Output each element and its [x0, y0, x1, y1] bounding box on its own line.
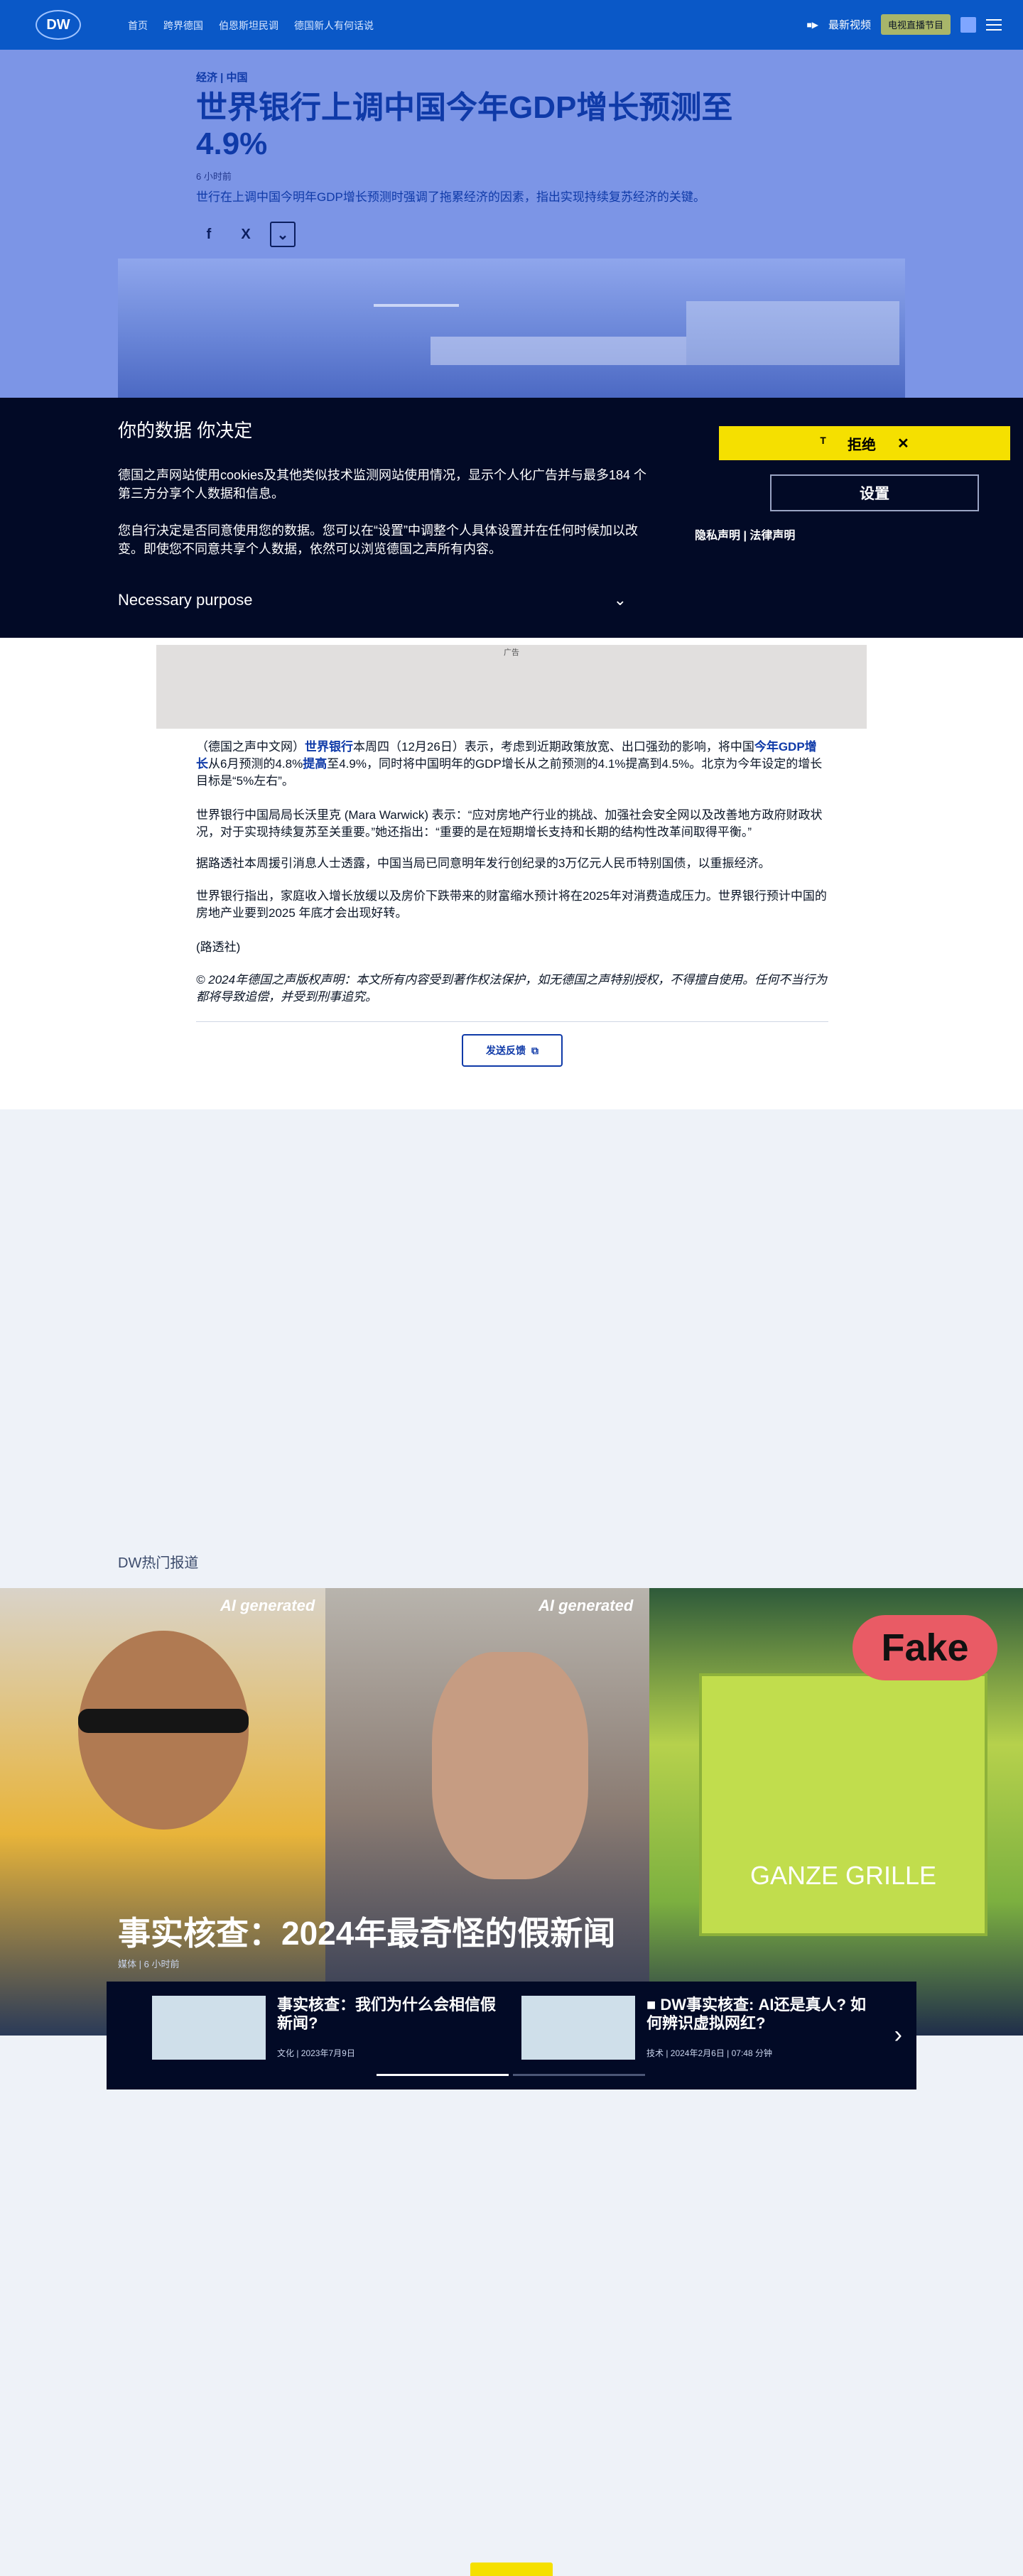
story-carousel: 事实核查：我们为什么会相信假新闻? 文化 | 2023年7月9日 ■ DW事实核… — [107, 1982, 916, 2089]
nav-links: 首页 跨界德国 伯恩斯坦民调 德国新人有何话说 — [128, 18, 374, 33]
pack-text: GANZE GRILLE — [749, 1861, 937, 1890]
video-icon: ■ — [646, 1996, 661, 2013]
section-title-hot: DW热门报道 — [118, 1555, 199, 1571]
feedback-label: 发送反馈 — [486, 1045, 526, 1056]
article-body: 广告 （德国之声中文网）世界银行本周四（12月26日）表示，考虑到近期政策放宽、… — [0, 638, 1023, 1109]
carousel-card-2[interactable]: ■ DW事实核查: AI还是真人? 如何辨识虚拟网红? 技术 | 2024年2月… — [521, 1996, 877, 2067]
link-raise[interactable]: 提高 — [303, 757, 327, 771]
ship-shape — [431, 337, 686, 365]
necessary-purpose-toggle[interactable]: Necessary purpose ⌄ — [118, 591, 627, 609]
page: DW 首页 跨界德国 伯恩斯坦民调 德国新人有何话说 ■▶ 最新视频 电视直播节… — [0, 0, 1023, 2576]
nav-link-newcomers[interactable]: 德国新人有何话说 — [294, 18, 374, 33]
story-image-2[interactable]: AI generated — [325, 1588, 649, 2036]
divider — [196, 1021, 828, 1022]
back-to-top-button[interactable] — [470, 2563, 553, 2576]
chevron-down-icon[interactable]: ⌄ — [270, 222, 296, 248]
facebook-icon[interactable]: f — [196, 222, 222, 247]
article-head: 经济 | 中国 世界银行上调中国今年GDP增长预测至4.9% 6 小时前 世行在… — [196, 70, 779, 248]
ai-generated-tag: AI generated — [538, 1597, 634, 1614]
para1-text: 本周四（12月26日）表示，考虑到近期政策放宽、出口强劲的影响，将中国 — [353, 740, 754, 754]
cookie-consent-banner: 你的数据 你决定 德国之声网站使用cookies及其他类似技术监测网站使用情况，… — [0, 398, 1023, 638]
hero-image — [118, 259, 905, 398]
ship-shape — [374, 304, 459, 307]
card-thumbnail — [521, 1996, 635, 2060]
purpose-label: Necessary purpose — [118, 591, 253, 609]
legal-link[interactable]: 法律声明 — [749, 530, 795, 542]
nav-link-home[interactable]: 首页 — [128, 18, 148, 33]
article-header: 经济 | 中国 世界银行上调中国今年GDP增长预测至4.9% 6 小时前 世行在… — [0, 50, 1023, 398]
paragraph-1: （德国之声中文网）世界银行本周四（12月26日）表示，考虑到近期政策放宽、出口强… — [196, 739, 828, 790]
card-title-text: DW事实核查: AI还是真人? 如何辨识虚拟网红? — [646, 1996, 867, 2033]
nav-link-poll[interactable]: 伯恩斯坦民调 — [219, 18, 278, 33]
fake-tag: Fake — [852, 1615, 997, 1680]
article-time: 6 小时前 — [196, 171, 232, 183]
video-camera-icon: ■▶ — [806, 19, 818, 30]
x-icon[interactable]: X — [233, 222, 259, 247]
card-meta: 技术 | 2024年2月6日 | 07:48 分钟 — [646, 2048, 772, 2058]
language-icon[interactable] — [960, 16, 976, 33]
legal-links: 隐私声明 | 法律声明 — [695, 526, 795, 543]
privacy-link[interactable]: 隐私声明 — [695, 530, 740, 542]
latest-video-link[interactable]: 最新视频 — [828, 17, 871, 32]
consent-text-1: 德国之声网站使用cookies及其他类似技术监测网站使用情况，显示个人化广告并与… — [118, 468, 647, 501]
consent-text-2: 您自行决定是否同意使用您的数据。您可以在“设置”中调整个人具体设置并在任何时候加… — [118, 523, 638, 557]
sunglasses-shape — [78, 1709, 249, 1733]
copyright-notice: © 2024年德国之声版权声明：本文所有内容受到著作权法保护，如无德国之声特别授… — [196, 973, 828, 1004]
reject-label: 拒绝 — [847, 437, 876, 453]
carousel-indicator-active[interactable] — [377, 2074, 509, 2076]
paragraph-3: 据路透社本周援引消息人士透露，中国当局已同意明年发行创纪录的3万亿元人民币特别国… — [196, 857, 771, 870]
live-tv-button[interactable]: 电视直播节目 — [880, 14, 951, 35]
copy-icon: ⧉ — [531, 1044, 538, 1056]
featured-headline[interactable]: 事实核查：2024年最奇怪的假新闻 — [118, 1908, 615, 1955]
top-navigation: DW 首页 跨界德国 伯恩斯坦民调 德国新人有何话说 ■▶ 最新视频 电视直播节… — [0, 0, 1023, 50]
paragraph-5: (路透社) — [196, 940, 241, 954]
chocolate-pack-image: GANZE GRILLE — [699, 1673, 987, 1936]
chevron-right-icon[interactable]: › — [894, 2021, 902, 2049]
consent-heading: 你的数据 你决定 — [118, 420, 253, 441]
close-icon: ✕ — [897, 435, 909, 452]
feedback-button[interactable]: 发送反馈 ⧉ — [462, 1034, 563, 1067]
link-world-bank[interactable]: 世界银行 — [305, 740, 353, 754]
ai-generated-tag: AI generated — [220, 1597, 315, 1614]
article-lead: 世行在上调中国今明年GDP增长预测时强调了拖累经济的因素，指出实现持续复苏经济的… — [196, 190, 705, 205]
chevron-down-icon: ⌄ — [613, 591, 627, 609]
card-meta: 文化 | 2023年7月9日 — [277, 2048, 355, 2058]
article-title: 世界银行上调中国今年GDP增长预测至4.9% — [196, 90, 733, 161]
card-title: 事实核查：我们为什么会相信假新闻? — [277, 1996, 497, 2033]
card-thumbnail — [152, 1996, 266, 2060]
advertisement[interactable]: 广告 — [156, 645, 867, 729]
paragraph-4: 世界银行指出，家庭收入增长放缓以及房价下跌带来的财富缩水预计将在2025年对消费… — [196, 889, 827, 920]
person-shape — [432, 1652, 588, 1879]
featured-meta: 媒体 | 6 小时前 — [118, 1959, 180, 1969]
paragraph-2: 世界银行中国局局长沃里克 (Mara Warwick) 表示：“应对房地产行业的… — [196, 808, 823, 839]
ad-label: 广告 — [504, 648, 519, 657]
accessibility-icon: ᵀ — [820, 435, 826, 451]
para1-text: 从6月预测的4.8% — [208, 757, 303, 771]
container-terminal-shape — [686, 301, 899, 365]
card-title: ■ DW事实核查: AI还是真人? 如何辨识虚拟网红? — [646, 1996, 874, 2033]
nav-right: ■▶ 最新视频 电视直播节目 — [806, 14, 1002, 35]
share-bar: f X ⌄ — [196, 222, 779, 248]
settings-button[interactable]: 设置 — [770, 474, 979, 511]
hamburger-menu-icon[interactable] — [986, 18, 1002, 31]
breadcrumb[interactable]: 经济 | 中国 — [196, 70, 779, 85]
carousel-card-1[interactable]: 事实核查：我们为什么会相信假新闻? 文化 | 2023年7月9日 — [152, 1996, 507, 2067]
carousel-indicator[interactable] — [513, 2074, 645, 2076]
nav-link-germany[interactable]: 跨界德国 — [163, 18, 203, 33]
para1-text: （德国之声中文网） — [196, 740, 305, 754]
reject-button[interactable]: ᵀ 拒绝 ✕ — [719, 426, 1010, 460]
dw-logo[interactable]: DW — [36, 10, 81, 40]
